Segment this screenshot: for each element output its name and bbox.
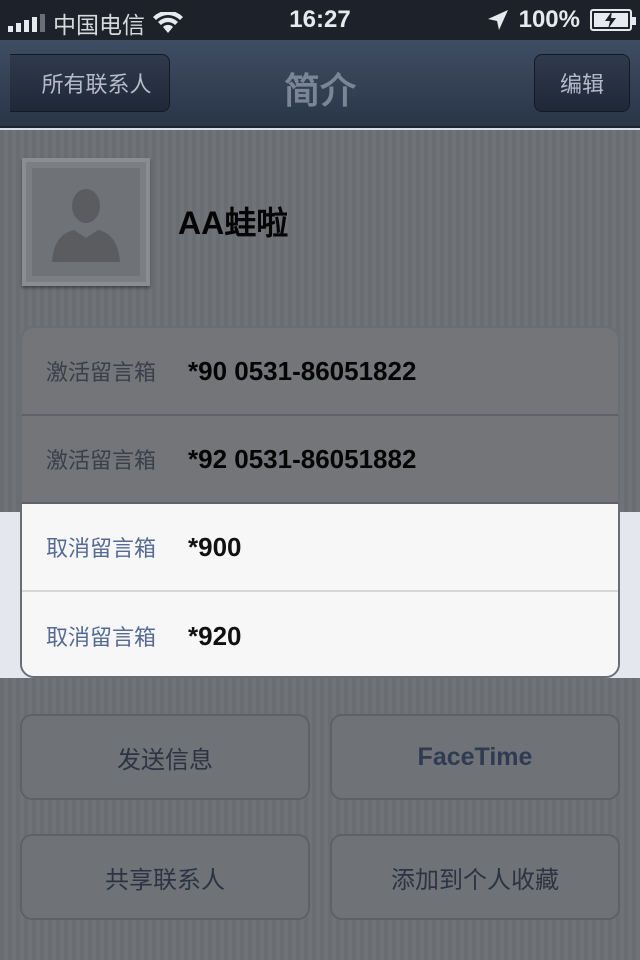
status-right: 100% (487, 6, 636, 34)
facetime-label: FaceTime (417, 742, 533, 771)
phone-label: 取消留言箱 (46, 537, 157, 562)
share-contact-button[interactable]: 共享联系人 (20, 834, 310, 920)
phone-row[interactable]: 取消留言箱 *900 (22, 504, 618, 592)
phone-value: *900 (188, 531, 242, 562)
phone-list: 激活留言箱 *90 0531-86051822 激活留言箱 *92 0531-8… (20, 326, 620, 678)
send-message-button[interactable]: 发送信息 (20, 714, 310, 800)
battery-icon (590, 9, 636, 31)
facetime-button[interactable]: FaceTime (330, 714, 620, 800)
phone-row[interactable]: 激活留言箱 *90 0531-86051822 (22, 328, 618, 416)
person-silhouette-icon (52, 189, 120, 262)
phone-value: *90 0531-86051822 (188, 355, 417, 386)
add-to-favorites-label: 添加到个人收藏 (391, 865, 559, 894)
status-bar: 中国电信 16:27 100% (0, 0, 640, 40)
phone-value: *920 (188, 620, 242, 651)
contact-name: AA蛙啦 (178, 205, 289, 241)
phone-row[interactable]: 取消留言箱 *920 (22, 592, 618, 676)
phone-label: 激活留言箱 (46, 449, 157, 474)
location-arrow-icon (487, 10, 508, 30)
navigation-bar: 所有联系人 简介 编辑 (0, 40, 640, 128)
phone-value: *92 0531-86051882 (188, 443, 417, 474)
edit-button-label: 编辑 (559, 73, 604, 98)
contact-detail-content: AA蛙啦 激活留言箱 *90 0531-86051822 激活留言箱 *92 0… (0, 130, 640, 960)
edit-button[interactable]: 编辑 (534, 54, 630, 112)
send-message-label: 发送信息 (117, 745, 213, 774)
battery-percent: 100% (518, 6, 580, 33)
charging-bolt-icon (605, 11, 616, 29)
phone-row[interactable]: 激活留言箱 *92 0531-86051882 (22, 416, 618, 504)
contact-photo[interactable] (22, 158, 150, 286)
phone-label: 取消留言箱 (46, 626, 157, 651)
add-to-favorites-button[interactable]: 添加到个人收藏 (330, 834, 620, 920)
phone-label: 激活留言箱 (46, 361, 157, 386)
share-contact-label: 共享联系人 (105, 865, 225, 894)
